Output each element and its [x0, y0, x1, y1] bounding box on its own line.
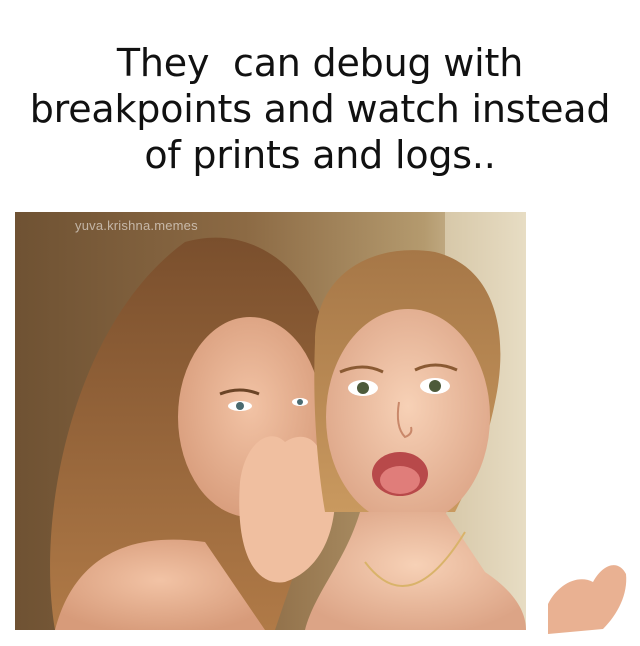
watermark: yuva.krishna.memes: [75, 218, 198, 233]
hand-on-shoulder: [548, 565, 627, 634]
caption-line-1: They can debug with: [116, 41, 524, 85]
whispering-girls-illustration: [15, 212, 526, 630]
caption-line-2: breakpoints and watch instead: [29, 87, 611, 131]
meme-caption: They can debug with breakpoints and watc…: [0, 40, 640, 178]
meme-photo: yuva.krishna.memes: [15, 212, 526, 630]
caption-line-3: of prints and logs..: [144, 133, 496, 177]
